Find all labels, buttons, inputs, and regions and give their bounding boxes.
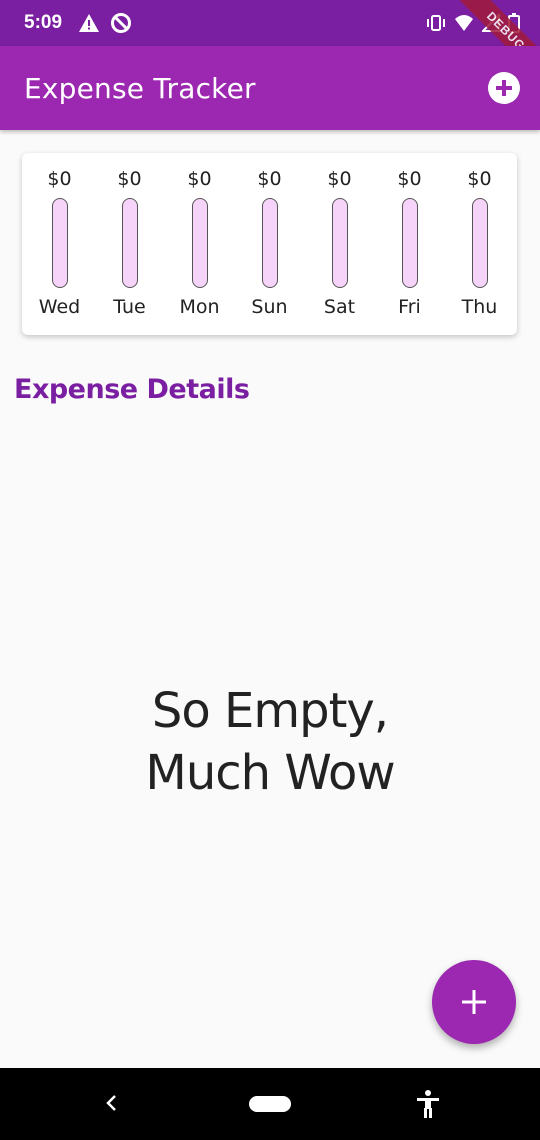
bar-amount-label: $0 (117, 168, 142, 190)
wifi-icon (455, 15, 473, 31)
bar-track (401, 198, 418, 288)
chart-bar-column: $0 Mon (165, 153, 235, 335)
chart-bar-column: $0 Wed (25, 153, 95, 335)
app-bar: Expense Tracker (0, 46, 540, 130)
bar-day-label: Mon (179, 296, 220, 318)
chart-bar-column: $0 Sat (305, 153, 375, 335)
weekly-chart-card: $0 Wed $0 Tue $0 Mon $0 Sun $0 Sat $0 Fri $0 Thu (22, 153, 517, 335)
add-circle-icon (489, 73, 519, 103)
chart-bar-column: $0 Fri (375, 153, 445, 335)
bar-track (51, 198, 68, 288)
status-notification-icons (78, 12, 132, 34)
bar-amount-label: $0 (47, 168, 72, 190)
status-time: 5:09 (24, 12, 63, 33)
bar-track (261, 198, 278, 288)
bar-track (191, 198, 208, 288)
bar-amount-label: $0 (327, 168, 352, 190)
bar-track (471, 198, 488, 288)
chart-bar-column: $0 Thu (445, 153, 515, 335)
bar-day-label: Tue (113, 296, 146, 318)
bar-track (121, 198, 138, 288)
bar-track (331, 198, 348, 288)
system-nav-bar (0, 1068, 540, 1140)
bar-amount-label: $0 (467, 168, 492, 190)
bar-day-label: Sat (323, 296, 356, 318)
accessibility-icon[interactable] (414, 1089, 442, 1119)
bar-day-label: Wed (38, 296, 81, 318)
bar-day-label: Sun (251, 296, 288, 318)
back-icon[interactable] (100, 1088, 122, 1118)
plus-icon (462, 990, 486, 1014)
blocked-icon (111, 13, 132, 33)
bar-amount-label: $0 (187, 168, 212, 190)
status-bar: 5:09 DEBUG (0, 0, 540, 89)
bar-amount-label: $0 (397, 168, 422, 190)
vibrate-icon (427, 15, 445, 31)
warning-icon (79, 14, 100, 32)
bar-day-label: Thu (461, 296, 498, 318)
bar-amount-label: $0 (257, 168, 282, 190)
chart-bar-column: $0 Sun (235, 153, 305, 335)
add-expense-fab[interactable] (432, 960, 516, 1044)
empty-state-line-1: So Empty, (151, 683, 389, 739)
empty-state-line-2: Much Wow (145, 745, 395, 801)
app-title: Expense Tracker (24, 71, 256, 105)
expense-details-title: Expense Details (14, 374, 250, 405)
add-expense-button[interactable] (488, 72, 520, 104)
bar-day-label: Fri (398, 296, 421, 318)
home-pill-button[interactable] (249, 1096, 291, 1112)
empty-state-message: So Empty, Much Wow (0, 680, 540, 804)
chart-bar-column: $0 Tue (95, 153, 165, 335)
